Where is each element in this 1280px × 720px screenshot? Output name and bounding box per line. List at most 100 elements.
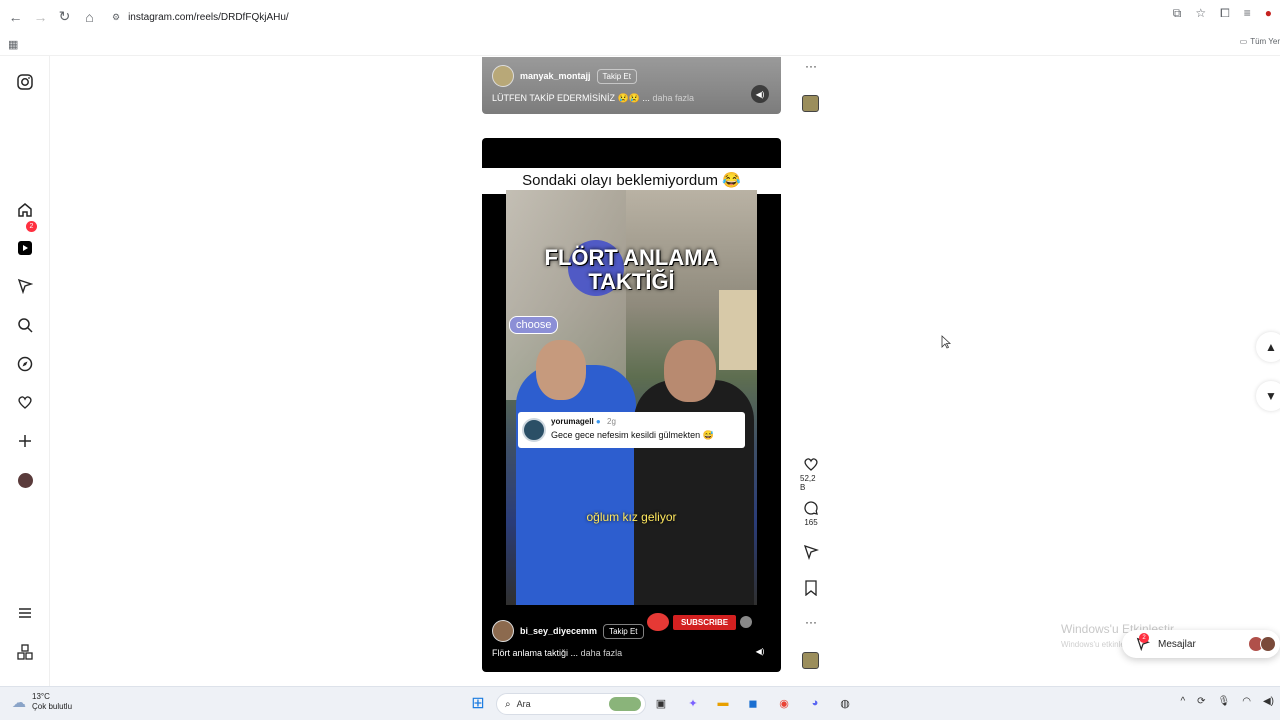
comment-button[interactable]: 165 [800, 500, 822, 527]
messages-pill-badge: 2 [1139, 633, 1149, 643]
home-icon[interactable] [14, 199, 36, 221]
reel-caption-text: Flört anlama taktiği ... [492, 648, 579, 658]
task-view-icon[interactable]: ▣ [652, 694, 670, 712]
previous-reel-mute-icon[interactable]: ◀) [751, 85, 769, 103]
notifications-icon[interactable] [14, 391, 36, 413]
taskbar-search-icon: ⌕ [505, 698, 511, 710]
bookmark-star-icon[interactable]: ☆ [1195, 6, 1206, 21]
explore-icon[interactable] [14, 353, 36, 375]
sync-icon[interactable]: ⟳ [1197, 696, 1205, 707]
reading-list-icon[interactable]: ≡ [1244, 6, 1251, 21]
previous-reel-arrow-icon[interactable]: ▲ [1256, 332, 1280, 362]
tray-overflow-icon[interactable]: ^ [1180, 696, 1185, 707]
reload-icon[interactable]: ↻ [52, 4, 77, 29]
folder-icon: ▭ [1239, 37, 1248, 46]
like-button[interactable]: 52,2 B [800, 456, 822, 492]
copilot-icon[interactable]: ✦ [684, 694, 702, 712]
bookmark-icon[interactable] [804, 580, 818, 596]
overlay-title-line1: FLÖRT ANLAMA [544, 245, 719, 270]
store-icon[interactable]: ◼ [744, 694, 762, 712]
search-icon[interactable] [14, 314, 36, 336]
bell-icon [740, 616, 753, 628]
apps-grid-icon[interactable]: ▦ [8, 38, 20, 51]
weather-condition: Çok bulutlu [32, 702, 73, 711]
menu-icon[interactable] [14, 602, 36, 624]
reel-username[interactable]: bi_sey_diyecemm [520, 626, 597, 636]
microphone-icon[interactable]: 🎙 [1218, 696, 1231, 707]
heart-icon[interactable] [803, 456, 819, 472]
previous-reel-audio-thumbnail[interactable] [802, 95, 819, 112]
bookmarks-bar [0, 34, 1280, 56]
building-right [719, 290, 757, 370]
reel-avatar[interactable] [492, 620, 514, 642]
more-options-icon[interactable]: ··· [800, 616, 822, 628]
weather-widget[interactable]: ☁ 13°C Çok bulutlu [12, 692, 72, 712]
mouse-cursor-icon [941, 335, 951, 349]
profile-icon[interactable]: ● [1265, 6, 1272, 21]
previous-reel-caption-text: LÜTFEN TAKİP EDERMİSİNİZ 😢😢 ... [492, 93, 650, 103]
back-icon[interactable]: ← [3, 4, 28, 29]
overlay-title-line2: TAKTİĞİ [588, 269, 675, 294]
comment-time: 2g [607, 417, 616, 426]
file-explorer-icon[interactable]: ▬ [714, 694, 732, 712]
save-button[interactable] [800, 580, 822, 596]
previous-reel-more-options-icon[interactable]: ··· [800, 60, 822, 72]
install-icon[interactable]: ⧉ [1173, 6, 1182, 21]
choose-tag: choose [509, 316, 559, 334]
previous-reel-follow-button[interactable]: Takip Et [596, 68, 637, 84]
previous-reel-avatar[interactable] [492, 65, 514, 87]
previous-reel[interactable]: manyak_montajj Takip Et LÜTFEN TAKİP EDE… [482, 57, 781, 114]
audio-thumbnail[interactable] [802, 652, 819, 669]
reel-mute-icon[interactable]: ◀) [751, 642, 769, 660]
taskbar-search-placeholder: Ara [516, 699, 531, 709]
comment-text: Gece gece nefesim kesildi gülmekten 😅 [551, 430, 714, 440]
taskbar-search[interactable]: ⌕ Ara [496, 693, 646, 715]
next-reel-arrow-icon[interactable]: ▼ [1256, 381, 1280, 411]
current-reel[interactable]: Sondaki olayı beklemiyordum 😂 FLÖRT ANLA… [482, 138, 781, 672]
share-button[interactable] [800, 544, 822, 560]
extensions-icon[interactable]: ⧠ [1220, 6, 1230, 21]
person-right-head [664, 340, 716, 402]
reels-icon[interactable] [14, 237, 36, 259]
windows-taskbar: ☁ 13°C Çok bulutlu ⊞ ⌕ Ara ▣ ✦ ▬ ◼ ◉ ◕ ◍… [0, 686, 1280, 720]
windows-start-icon[interactable]: ⊞ [469, 694, 487, 712]
share-icon[interactable] [803, 544, 819, 560]
comment-overlay: yorumagell ● 2g Gece gece nefesim kesild… [518, 412, 745, 448]
previous-reel-caption: LÜTFEN TAKİP EDERMİSİNİZ 😢😢 ... daha faz… [492, 93, 694, 104]
more-apps-icon[interactable] [14, 641, 36, 663]
previous-reel-username[interactable]: manyak_montajj [520, 71, 591, 81]
subscribe-badge: SUBSCRIBE [673, 614, 737, 630]
comment-user: yorumagell ● 2g [551, 417, 616, 426]
url-text: instagram.com/reels/DRDfFQkjAHu/ [128, 11, 289, 23]
messages-icon[interactable] [14, 275, 36, 297]
verified-icon: ● [595, 417, 601, 426]
forward-icon[interactable]: → [28, 4, 53, 29]
volume-icon[interactable]: ◀) [1263, 696, 1274, 707]
search-highlight-image [609, 697, 641, 711]
reel-video[interactable]: FLÖRT ANLAMA TAKTİĞİ choose yorumagell ●… [506, 190, 757, 605]
reel-caption: Flört anlama taktiği ... daha fazla [492, 648, 622, 658]
profile-avatar[interactable] [14, 469, 36, 491]
reel-more-link[interactable]: daha fazla [581, 648, 623, 658]
instagram-logo-icon[interactable] [14, 71, 36, 93]
cloud-icon: ☁ [12, 693, 26, 710]
address-bar[interactable]: ⚙ instagram.com/reels/DRDfFQkjAHu/ [112, 6, 1202, 28]
previous-reel-more-link[interactable]: daha fazla [652, 93, 694, 103]
person-left-head [536, 340, 586, 400]
home-button-icon[interactable]: ⌂ [77, 4, 102, 29]
comment-count: 165 [804, 518, 818, 527]
create-icon[interactable] [14, 430, 36, 452]
comment-icon[interactable] [803, 500, 819, 516]
wifi-icon[interactable]: ◠ [1242, 696, 1251, 707]
reel-follow-button[interactable]: Takip Et [603, 623, 644, 639]
chrome-icon[interactable]: ◉ [775, 694, 793, 712]
discord-icon[interactable]: ◕ [806, 694, 824, 712]
like-thumb-icon [647, 613, 669, 631]
comment-avatar [522, 418, 546, 442]
weather-temperature: 13°C [32, 692, 50, 701]
messages-avatar-2 [1260, 636, 1276, 652]
subscribe-overlay: SUBSCRIBE [647, 613, 753, 631]
site-info-icon[interactable]: ⚙ [112, 12, 120, 23]
all-bookmarks-folder[interactable]: ▭ Tüm Yer [1240, 37, 1280, 46]
app-icon[interactable]: ◍ [836, 694, 854, 712]
